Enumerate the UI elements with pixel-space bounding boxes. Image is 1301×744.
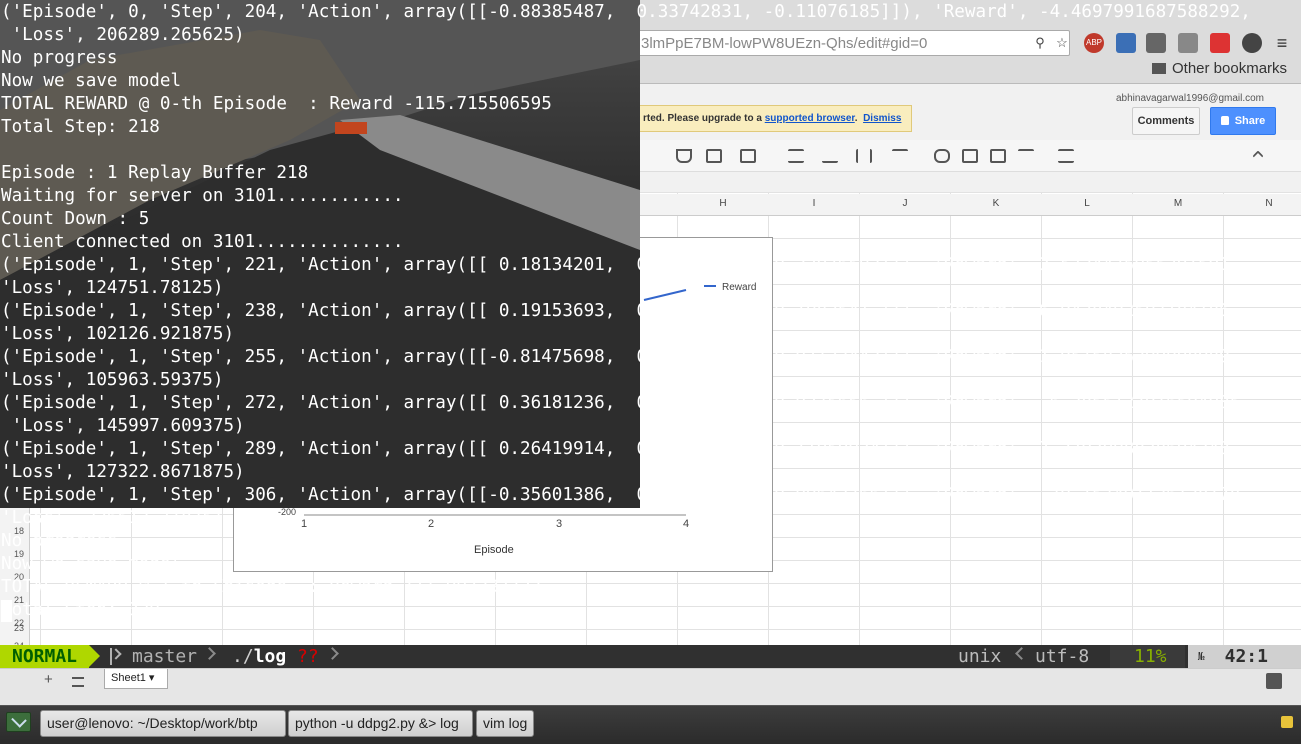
terminal-line: ('Episode', 1, 'Step', 272, 'Action', ar… xyxy=(1,393,1251,413)
file-path: ./log xyxy=(232,645,286,668)
taskbar-item-vim[interactable]: vim log xyxy=(476,710,534,737)
modified-flag: ?? xyxy=(297,646,319,667)
terminal-line: 'Loss', 206289.265625) xyxy=(1,25,245,45)
show-desktop-icon[interactable] xyxy=(6,712,31,732)
sheet-tab-label: Sheet1 xyxy=(111,672,146,684)
vim-buffer[interactable]: ('Episode', 0, 'Step', 204, 'Action', ar… xyxy=(0,0,1301,640)
vim-statusline: NORMAL master ./log ?? unix utf-8 11% № 4… xyxy=(0,645,1301,668)
terminal-line: Now we save model xyxy=(1,554,182,574)
terminal-line: ('Episode', 1, 'Step', 289, 'Action', ar… xyxy=(1,439,1241,459)
terminal-line: 'Loss', 124751.78125) xyxy=(1,278,224,298)
file-path-prefix: ./ xyxy=(232,646,254,667)
terminal-line: Total Step: 218 xyxy=(1,117,160,137)
separator-icon xyxy=(1015,647,1028,660)
git-branch: master xyxy=(132,646,198,667)
terminal-line: TOTAL REWARD @ 1-th Episode : Reward 111… xyxy=(1,577,542,597)
add-sheet-icon[interactable]: + xyxy=(44,671,53,688)
terminal-line: Client connected on 3101.............. xyxy=(1,232,404,252)
terminal-line: TOTAL REWARD @ 0-th Episode : Reward -11… xyxy=(1,94,552,114)
terminal-line: No progress xyxy=(1,531,118,551)
terminal-line: ('Episode', 1, 'Step', 238, 'Action', ar… xyxy=(1,301,1241,321)
terminal-line: Now we save model xyxy=(1,71,182,91)
tray-icon[interactable] xyxy=(1281,716,1293,728)
terminal-line: 'Loss', 102126.921875) xyxy=(1,324,235,344)
terminal-line: Total Step: 320 xyxy=(1,600,160,620)
sheet-tab[interactable]: Sheet1 ▾ xyxy=(104,669,168,689)
git-branch-icon xyxy=(110,648,120,665)
scroll-percent: 11% xyxy=(1110,645,1185,668)
mode-indicator: NORMAL xyxy=(0,645,101,668)
file-encoding: utf-8 xyxy=(1035,646,1090,667)
file-format: unix xyxy=(958,646,1002,667)
terminal-line: ('Episode', 1, 'Step', 221, 'Action', ar… xyxy=(1,255,1241,275)
terminal-line: 'Loss', 127322.8671875) xyxy=(1,462,245,482)
terminal-line: ('Episode', 0, 'Step', 204, 'Action', ar… xyxy=(1,2,1251,22)
taskbar: user@lenovo: ~/Desktop/work/btp python -… xyxy=(0,705,1301,744)
file-name: log xyxy=(253,646,287,667)
separator-icon xyxy=(326,647,339,660)
terminal-line: No progress xyxy=(1,48,118,68)
line-number-icon: № xyxy=(1198,650,1205,663)
separator-icon xyxy=(203,647,216,660)
cursor-position: 42:1 xyxy=(1224,646,1268,667)
terminal-line: Waiting for server on 3101............ xyxy=(1,186,404,206)
terminal-line: Episode : 1 Replay Buffer 218 xyxy=(1,163,309,183)
terminal-line: 'Loss', 105963.59375) xyxy=(1,370,224,390)
sheet-tabs-bar: + Sheet1 ▾ xyxy=(0,668,1301,705)
terminal-line: ('Episode', 1, 'Step', 255, 'Action', ar… xyxy=(1,347,1241,367)
terminal-line: 'Loss', 236513.71875) xyxy=(1,508,224,528)
terminal-line: ('Episode', 1, 'Step', 306, 'Action', ar… xyxy=(1,485,1251,505)
terminal-line: Count Down : 5 xyxy=(1,209,150,229)
sheet-list-icon[interactable] xyxy=(72,677,84,687)
taskbar-item-terminal[interactable]: user@lenovo: ~/Desktop/work/btp xyxy=(40,710,286,737)
taskbar-item-python[interactable]: python -u ddpg2.py &> log xyxy=(288,710,473,737)
cursor-position-box: № 42:1 xyxy=(1188,645,1301,668)
terminal-line: 'Loss', 145997.609375) xyxy=(1,416,245,436)
explore-icon[interactable] xyxy=(1266,673,1282,689)
